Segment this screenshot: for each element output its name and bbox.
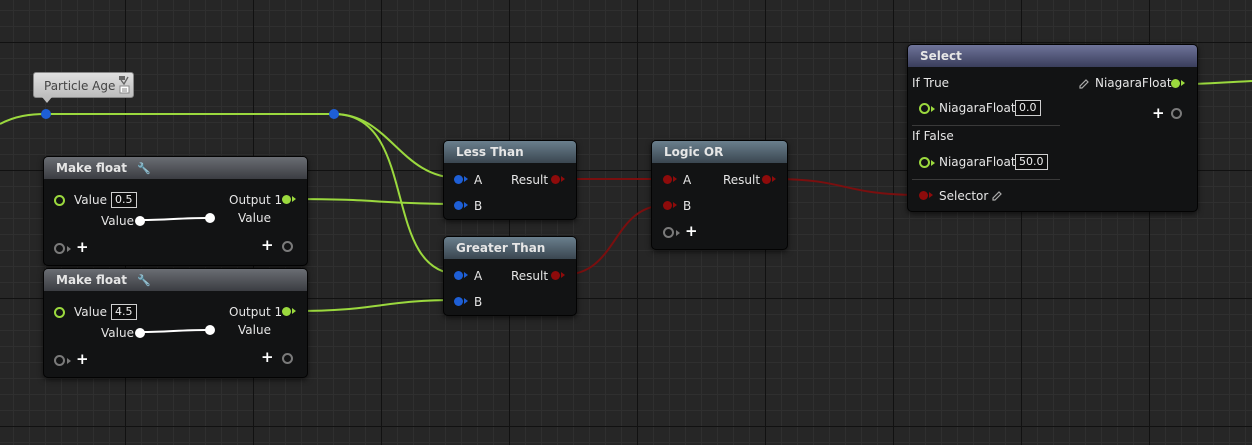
add-input-pin[interactable] [54,355,71,366]
make-float-node-2[interactable]: Make float 🔧 Value 4.5 Value Output 1 Va… [43,268,308,378]
node-title-bar[interactable]: Select [908,45,1197,67]
add-output-pin[interactable] [1171,108,1182,119]
node-title-bar[interactable]: Greater Than [444,237,576,259]
add-input-pin[interactable] [54,243,71,254]
input-b-pin[interactable] [663,201,677,210]
slider-knob-right[interactable] [205,325,215,335]
node-title: Select [920,49,962,63]
reroute-node-1[interactable] [41,109,51,119]
section-divider [912,125,1060,126]
input-b-label: B [474,199,483,213]
add-output-icon[interactable]: + [1152,106,1165,121]
node-title-bar[interactable]: Make float 🔧 [44,157,307,179]
node-title: Logic OR [664,145,724,159]
add-output-icon[interactable]: + [261,350,274,365]
if-true-label: If True [912,76,950,90]
pencil-icon[interactable] [1078,78,1090,90]
greater-than-node[interactable]: Greater Than A B Result [443,236,577,316]
select-node[interactable]: Select If True NiagaraFloat 0.0 If False… [907,44,1198,212]
value-input-pin[interactable] [54,195,65,206]
result-pin[interactable] [551,271,565,280]
input-a-pin[interactable] [663,175,677,184]
reroute-node-2[interactable] [329,109,339,119]
output-sub-label: Value [238,211,271,225]
if-false-pin-label: NiagaraFloat [939,155,1016,169]
make-float-node-1[interactable]: Make float 🔧 Value 0.5 Value Output 1 Va… [43,156,308,266]
result-label: Result [723,173,761,187]
add-input-pin[interactable] [663,227,680,238]
result-pin[interactable] [551,175,565,184]
value-input-label: Value [74,305,107,319]
output-label: Output 1 [229,305,283,319]
input-b-pin[interactable] [454,297,468,306]
input-a-label: A [683,173,692,187]
pushpin-icon[interactable] [118,75,130,95]
node-title: Less Than [456,145,524,159]
output-pin[interactable] [282,307,296,316]
slider-label: Value [101,326,134,340]
output-sub-label: Value [238,323,271,337]
input-a-pin[interactable] [454,271,468,280]
value-input-pin[interactable] [54,307,65,318]
logic-or-node[interactable]: Logic OR A B Result + [651,140,788,250]
input-a-label: A [474,269,483,283]
if-true-value-field[interactable]: 0.0 [1015,100,1041,116]
less-than-node[interactable]: Less Than A B Result [443,140,577,220]
wire-make-float-1-to-less-than-b [293,198,460,205]
slider-knob-right[interactable] [205,213,215,223]
value-input-label: Value [74,193,107,207]
input-b-pin[interactable] [454,201,468,210]
value-input-field[interactable]: 0.5 [111,192,137,208]
node-title-bar[interactable]: Logic OR [652,141,787,163]
result-label: Result [511,269,549,283]
wire-make-float-2-to-greater-than-b [293,299,460,312]
add-output-icon[interactable]: + [261,238,274,253]
if-true-pin-label: NiagaraFloat [939,101,1016,115]
add-input-icon[interactable]: + [76,240,89,255]
result-label: Result [511,173,549,187]
slider-label: Value [101,214,134,228]
value-input-field[interactable]: 4.5 [111,304,137,320]
add-output-pin[interactable] [282,241,293,252]
input-b-label: B [683,199,692,213]
if-false-input-pin[interactable] [919,157,935,168]
selector-input-pin[interactable] [919,191,933,200]
if-false-value-field[interactable]: 50.0 [1015,154,1048,170]
slider-knob-left[interactable] [135,216,145,226]
output-label: NiagaraFloat [1095,76,1172,90]
wire-particle-age-to-less-than-a [333,113,460,179]
add-input-icon[interactable]: + [685,224,698,239]
comment-bubble[interactable]: Particle Age [33,72,134,103]
comment-text: Particle Age [44,79,116,93]
output-pin[interactable] [282,195,296,204]
wrench-icon: 🔧 [137,274,151,287]
value-slider[interactable] [136,324,210,338]
add-input-icon[interactable]: + [76,352,89,367]
wire-particle-age-to-greater-than-a [333,113,460,275]
slider-knob-left[interactable] [135,328,145,338]
add-output-pin[interactable] [282,353,293,364]
node-title: Make float [56,273,127,287]
value-slider[interactable] [136,212,210,226]
node-title-bar[interactable]: Make float 🔧 [44,269,307,291]
output-pin[interactable] [1171,79,1185,88]
output-label: Output 1 [229,193,283,207]
pencil-icon[interactable] [991,190,1003,202]
if-false-label: If False [912,129,954,143]
wrench-icon: 🔧 [137,162,151,175]
section-divider [912,179,1060,180]
node-title: Make float [56,161,127,175]
node-title-bar[interactable]: Less Than [444,141,576,163]
input-a-label: A [474,173,483,187]
input-b-label: B [474,295,483,309]
wire-or-to-selector [772,178,923,196]
node-title: Greater Than [456,241,546,255]
selector-label: Selector [939,189,989,203]
result-pin[interactable] [762,175,776,184]
input-a-pin[interactable] [454,175,468,184]
if-true-input-pin[interactable] [919,103,935,114]
